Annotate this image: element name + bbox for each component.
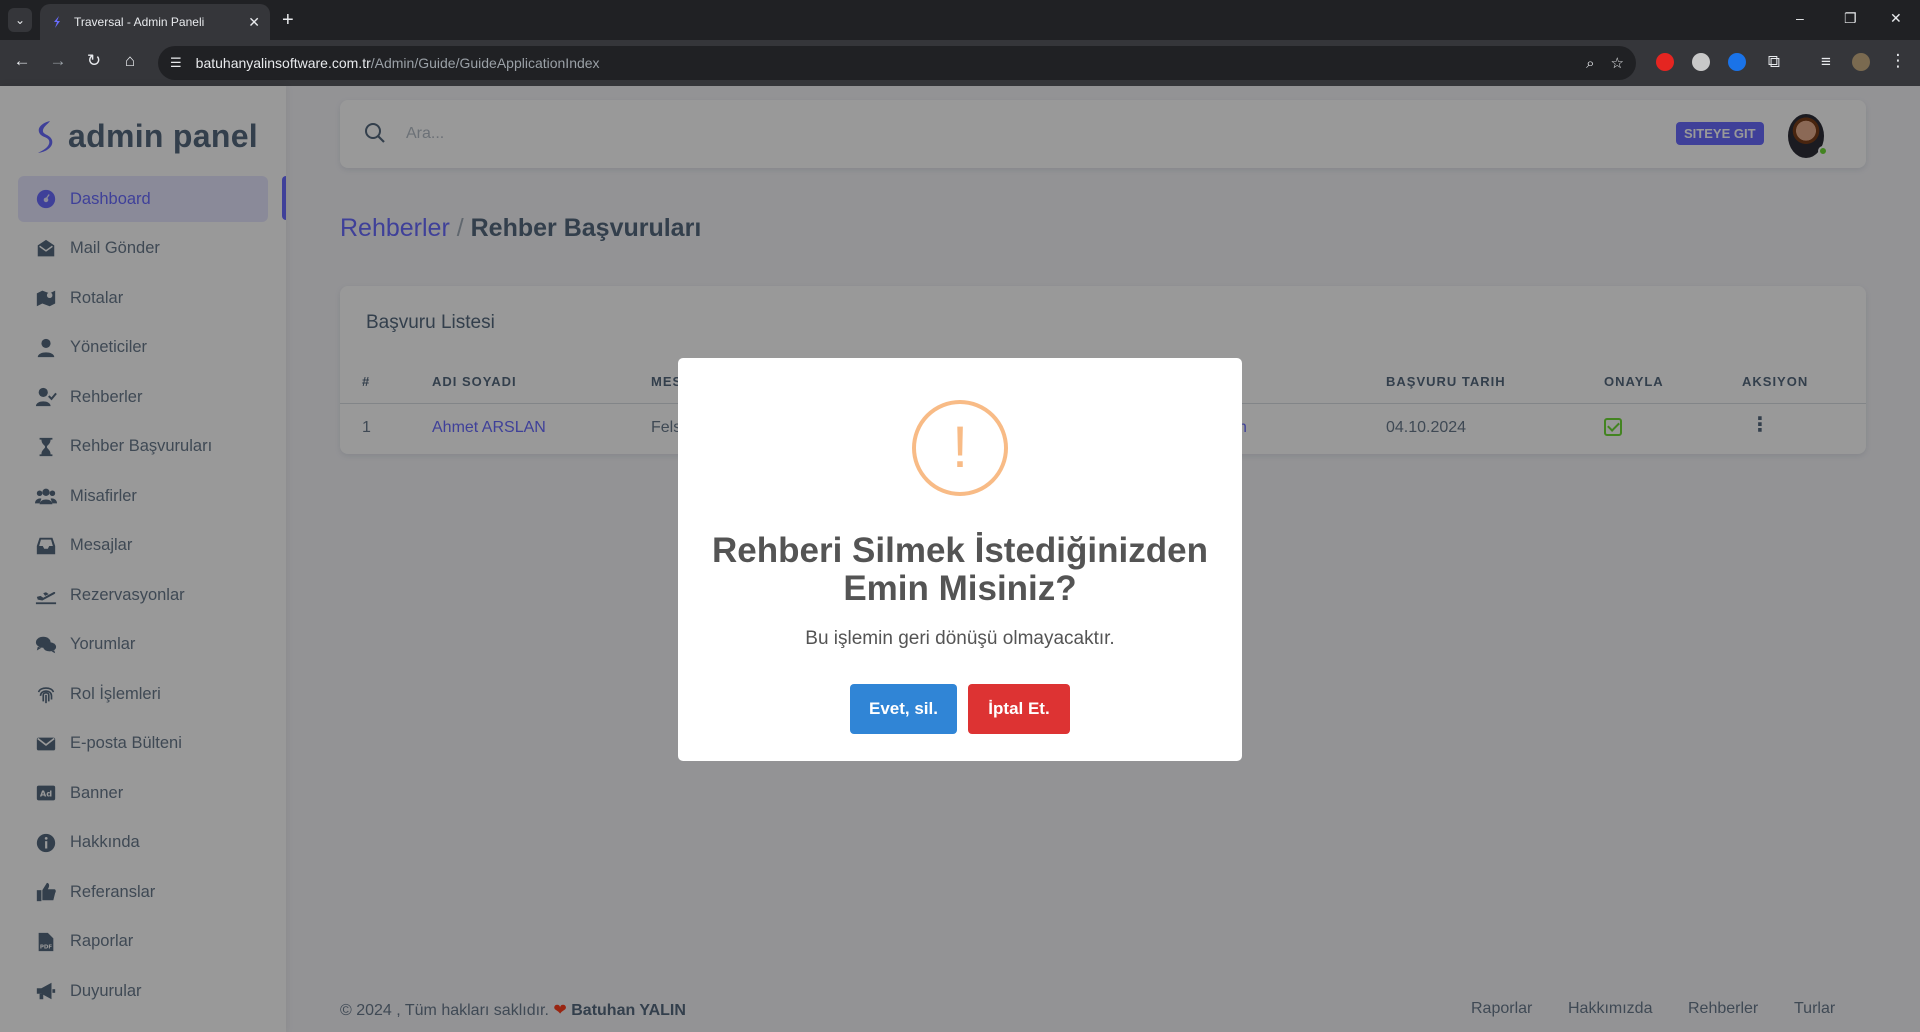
- browser-toolbar: ← → ↻ ⌂ ☰ batuhanyalinsoftware.com.tr/Ad…: [0, 40, 1920, 86]
- confirm-delete-button[interactable]: Evet, sil.: [850, 684, 957, 734]
- new-tab-button[interactable]: +: [282, 8, 294, 32]
- restore-icon[interactable]: ❐: [1844, 10, 1857, 27]
- extension-red-icon[interactable]: [1656, 53, 1674, 71]
- back-arrow-icon[interactable]: ←: [10, 51, 34, 71]
- dialog-title: Rehberi Silmek İstediğinizden Emin Misin…: [712, 531, 1208, 608]
- media-controls-icon[interactable]: ≡: [1814, 52, 1838, 72]
- profile-avatar-icon[interactable]: [1852, 53, 1870, 71]
- bookmark-star-icon[interactable]: ☆: [1611, 54, 1624, 72]
- browser-menu-icon[interactable]: ⋮: [1886, 51, 1910, 71]
- dialog-text: Bu işlemin geri dönüşü olmayacaktır.: [805, 628, 1115, 649]
- reload-icon[interactable]: ↻: [82, 51, 106, 71]
- delete-confirm-dialog: ! Rehberi Silmek İstediğinizden Emin Mis…: [678, 358, 1242, 761]
- window-close-icon[interactable]: ✕: [1890, 10, 1902, 27]
- zoom-icon[interactable]: ⌕: [1586, 55, 1594, 72]
- tab-title: Traversal - Admin Paneli: [74, 15, 205, 29]
- home-icon[interactable]: ⌂: [118, 51, 142, 71]
- browser-tab-bar: ⌄ Traversal - Admin Paneli ✕ + – ❐ ✕: [0, 0, 1920, 40]
- browser-tab[interactable]: Traversal - Admin Paneli ✕: [40, 4, 270, 40]
- site-settings-icon[interactable]: ☰: [170, 55, 182, 71]
- site-favicon-icon: [54, 16, 60, 28]
- tab-close-icon[interactable]: ✕: [248, 14, 260, 31]
- warning-icon: !: [912, 400, 1008, 496]
- extension-blue-icon[interactable]: [1728, 53, 1746, 71]
- url-text[interactable]: batuhanyalinsoftware.com.tr/Admin/Guide/…: [196, 55, 1570, 71]
- extension-globe-icon[interactable]: [1692, 53, 1710, 71]
- tab-search-button[interactable]: ⌄: [8, 8, 32, 32]
- address-bar[interactable]: ☰ batuhanyalinsoftware.com.tr/Admin/Guid…: [158, 46, 1636, 80]
- minimize-icon[interactable]: –: [1796, 10, 1804, 26]
- extensions-puzzle-icon[interactable]: ⧉: [1762, 52, 1786, 72]
- cancel-button[interactable]: İptal Et.: [968, 684, 1070, 734]
- forward-arrow-icon[interactable]: →: [46, 51, 70, 71]
